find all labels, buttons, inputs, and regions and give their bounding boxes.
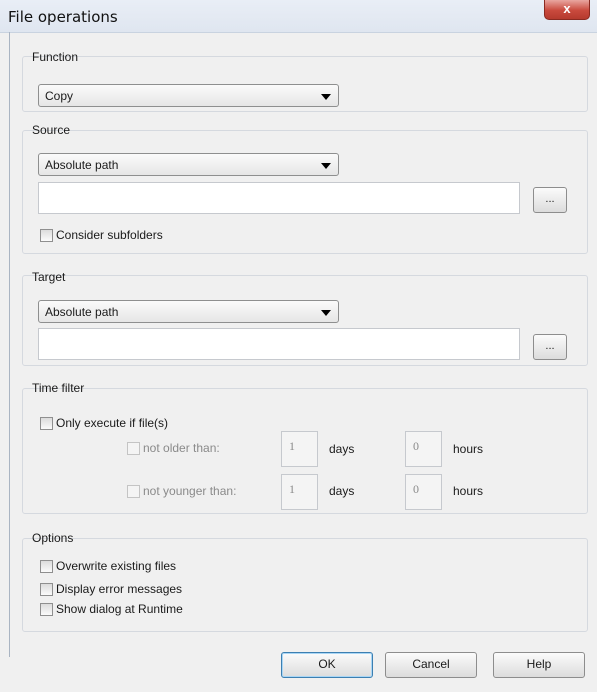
not-younger-row: not younger than: — [127, 484, 236, 498]
ellipsis-icon: ... — [545, 340, 555, 352]
title-bar: File operations x — [0, 0, 597, 33]
source-path-type-select[interactable]: Absolute path — [38, 153, 339, 176]
target-path-input[interactable] — [38, 328, 520, 360]
chevron-down-icon — [321, 163, 331, 169]
not-younger-hours-input: 0 — [405, 474, 442, 510]
ok-button[interactable]: OK — [281, 652, 373, 678]
close-button[interactable]: x — [544, 0, 590, 20]
overwrite-label: Overwrite existing files — [56, 559, 177, 573]
window-border — [9, 32, 10, 657]
not-younger-days-input: 1 — [281, 474, 318, 510]
display-errors-checkbox[interactable] — [40, 582, 53, 596]
not-older-days-label: days — [329, 442, 355, 456]
function-group-label: Function — [32, 50, 79, 64]
window-title: File operations — [8, 8, 118, 26]
not-older-row: not older than: — [127, 441, 220, 455]
only-execute-row[interactable]: Only execute if file(s) — [40, 416, 168, 430]
overwrite-row[interactable]: Overwrite existing files — [40, 559, 176, 573]
chevron-down-icon — [321, 94, 331, 100]
only-execute-label: Only execute if file(s) — [56, 416, 169, 430]
source-browse-button[interactable]: ... — [533, 187, 567, 213]
not-older-checkbox — [127, 441, 140, 455]
only-execute-checkbox[interactable] — [40, 416, 53, 430]
not-older-hours-input: 0 — [405, 431, 442, 467]
consider-subfolders-label: Consider subfolders — [56, 228, 163, 242]
not-younger-label: not younger than: — [143, 484, 237, 498]
show-dialog-checkbox[interactable] — [40, 602, 53, 616]
source-group-label: Source — [32, 123, 71, 137]
overwrite-checkbox[interactable] — [40, 559, 53, 573]
not-younger-checkbox — [127, 484, 140, 498]
target-group-label: Target — [32, 270, 66, 284]
target-path-type-select[interactable]: Absolute path — [38, 300, 339, 323]
function-select-value: Copy — [45, 89, 74, 103]
file-operations-dialog: File operations x Function Copy Source A… — [0, 0, 597, 692]
source-path-type-value: Absolute path — [45, 158, 119, 172]
ellipsis-icon: ... — [545, 193, 555, 205]
not-older-label: not older than: — [143, 441, 220, 455]
consider-subfolders-checkbox[interactable] — [40, 228, 53, 242]
display-errors-label: Display error messages — [56, 582, 183, 596]
close-icon: x — [563, 1, 571, 16]
not-younger-hours-label: hours — [453, 484, 484, 498]
cancel-button[interactable]: Cancel — [385, 652, 477, 678]
target-path-type-value: Absolute path — [45, 305, 119, 319]
not-older-hours-label: hours — [453, 442, 484, 456]
target-browse-button[interactable]: ... — [533, 334, 567, 360]
function-select[interactable]: Copy — [38, 84, 339, 107]
time-filter-group-label: Time filter — [32, 381, 85, 395]
options-group-label: Options — [32, 531, 74, 545]
not-younger-days-label: days — [329, 484, 355, 498]
source-path-input[interactable] — [38, 182, 520, 214]
show-dialog-label: Show dialog at Runtime — [56, 602, 183, 616]
chevron-down-icon — [321, 310, 331, 316]
show-dialog-row[interactable]: Show dialog at Runtime — [40, 602, 183, 616]
display-errors-row[interactable]: Display error messages — [40, 582, 182, 596]
help-button[interactable]: Help — [493, 652, 585, 678]
consider-subfolders-row[interactable]: Consider subfolders — [40, 228, 163, 242]
not-older-days-input: 1 — [281, 431, 318, 467]
